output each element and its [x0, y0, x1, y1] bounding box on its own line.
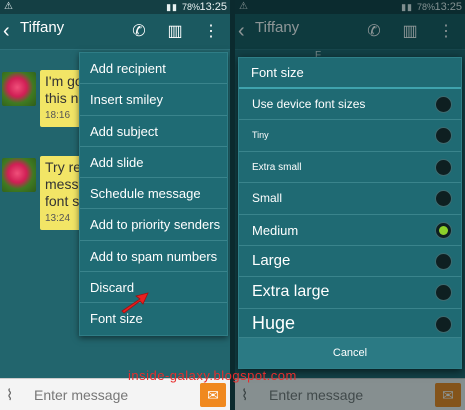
cancel-button[interactable]: Cancel — [239, 337, 461, 368]
radio-button-selected[interactable] — [435, 221, 452, 239]
contact-name[interactable]: Tiffany — [20, 19, 64, 36]
chevron-left-icon[interactable]: ‹ — [3, 21, 10, 41]
menu-item-add-subject[interactable]: Add subject — [80, 116, 227, 147]
menu-item-schedule-message[interactable]: Schedule message — [80, 178, 227, 210]
font-option-small[interactable]: Small — [239, 183, 461, 215]
message-time: 13:24 — [45, 213, 71, 224]
radio-button[interactable] — [435, 96, 452, 113]
font-option-device[interactable]: Use device font sizes — [239, 89, 461, 121]
message-text: this ni — [45, 90, 82, 106]
font-option-tiny[interactable]: Tiny — [239, 120, 461, 152]
font-option-large[interactable]: Large — [239, 246, 461, 278]
radio-button[interactable] — [435, 127, 452, 145]
dialog-title: Font size — [239, 58, 461, 89]
overflow-menu: Add recipient Insert smiley Add subject … — [79, 52, 228, 336]
menu-item-add-to-spam-numbers[interactable]: Add to spam numbers — [80, 241, 227, 273]
font-option-extra-large[interactable]: Extra large — [239, 277, 461, 309]
radio-button[interactable] — [435, 190, 452, 208]
option-label: Use device font sizes — [252, 97, 366, 111]
menu-item-discard[interactable]: Discard — [80, 272, 227, 304]
font-option-medium[interactable]: Medium — [239, 215, 461, 246]
option-label: Extra small — [252, 161, 302, 173]
battery-percent: 78% — [181, 2, 200, 12]
phone-icon[interactable]: ✆ — [130, 23, 148, 41]
menu-item-add-slide[interactable]: Add slide — [80, 147, 227, 179]
clock: 13:25 — [199, 1, 227, 13]
radio-button[interactable] — [435, 315, 452, 333]
font-size-dialog: Font size Use device font sizes Tiny Ext… — [238, 57, 462, 369]
watermark: inside-galaxy.blogspot.com — [128, 368, 297, 383]
option-label: Tiny — [252, 130, 269, 141]
envelope-icon[interactable]: ✉ — [200, 383, 226, 407]
red-arrow-icon — [121, 292, 149, 314]
message-input[interactable]: Enter message — [34, 387, 128, 403]
option-label: Huge — [252, 312, 296, 333]
more-vertical-icon[interactable]: ⋮ — [202, 23, 220, 41]
option-label: Large — [252, 251, 291, 269]
menu-item-font-size[interactable]: Font size — [80, 303, 227, 334]
menu-item-add-recipient[interactable]: Add recipient — [80, 53, 227, 85]
font-option-huge[interactable]: Huge — [239, 309, 461, 340]
message-time: 18:16 — [45, 110, 71, 121]
menu-item-insert-smiley[interactable]: Insert smiley — [80, 84, 227, 116]
option-label: Extra large — [252, 283, 330, 301]
font-option-extra-small[interactable]: Extra small — [239, 152, 461, 184]
radio-button[interactable] — [435, 252, 452, 270]
avatar[interactable] — [2, 72, 36, 106]
menu-item-add-to-priority-senders[interactable]: Add to priority senders — [80, 209, 227, 241]
trash-icon[interactable]: ▥ — [166, 23, 184, 41]
right-screen: ⚠ ▮▮ 78% 13:25 ‹ Tiffany ✆ ▥ ⋮ F ⌇ Enter… — [235, 0, 465, 410]
conversation-action-bar: ‹ Tiffany ✆ ▥ ⋮ — [0, 14, 230, 50]
status-icons: ▮▮ — [166, 2, 178, 12]
avatar[interactable] — [2, 158, 36, 192]
message-text: Try re — [45, 159, 82, 175]
option-label: Medium — [252, 222, 299, 238]
radio-button[interactable] — [435, 284, 452, 302]
paperclip-icon[interactable]: ⌇ — [6, 386, 13, 404]
option-label: Small — [252, 191, 283, 206]
message-text: font s — [45, 193, 80, 209]
message-text: I'm go — [45, 73, 83, 89]
notification-icon: ⚠ — [4, 1, 13, 12]
radio-button[interactable] — [435, 158, 452, 176]
status-bar: ⚠ ▮▮ 78% 13:25 — [0, 0, 230, 14]
left-screen: ⚠ ▮▮ 78% 13:25 ‹ Tiffany ✆ ▥ ⋮ I'm go th… — [0, 0, 230, 410]
